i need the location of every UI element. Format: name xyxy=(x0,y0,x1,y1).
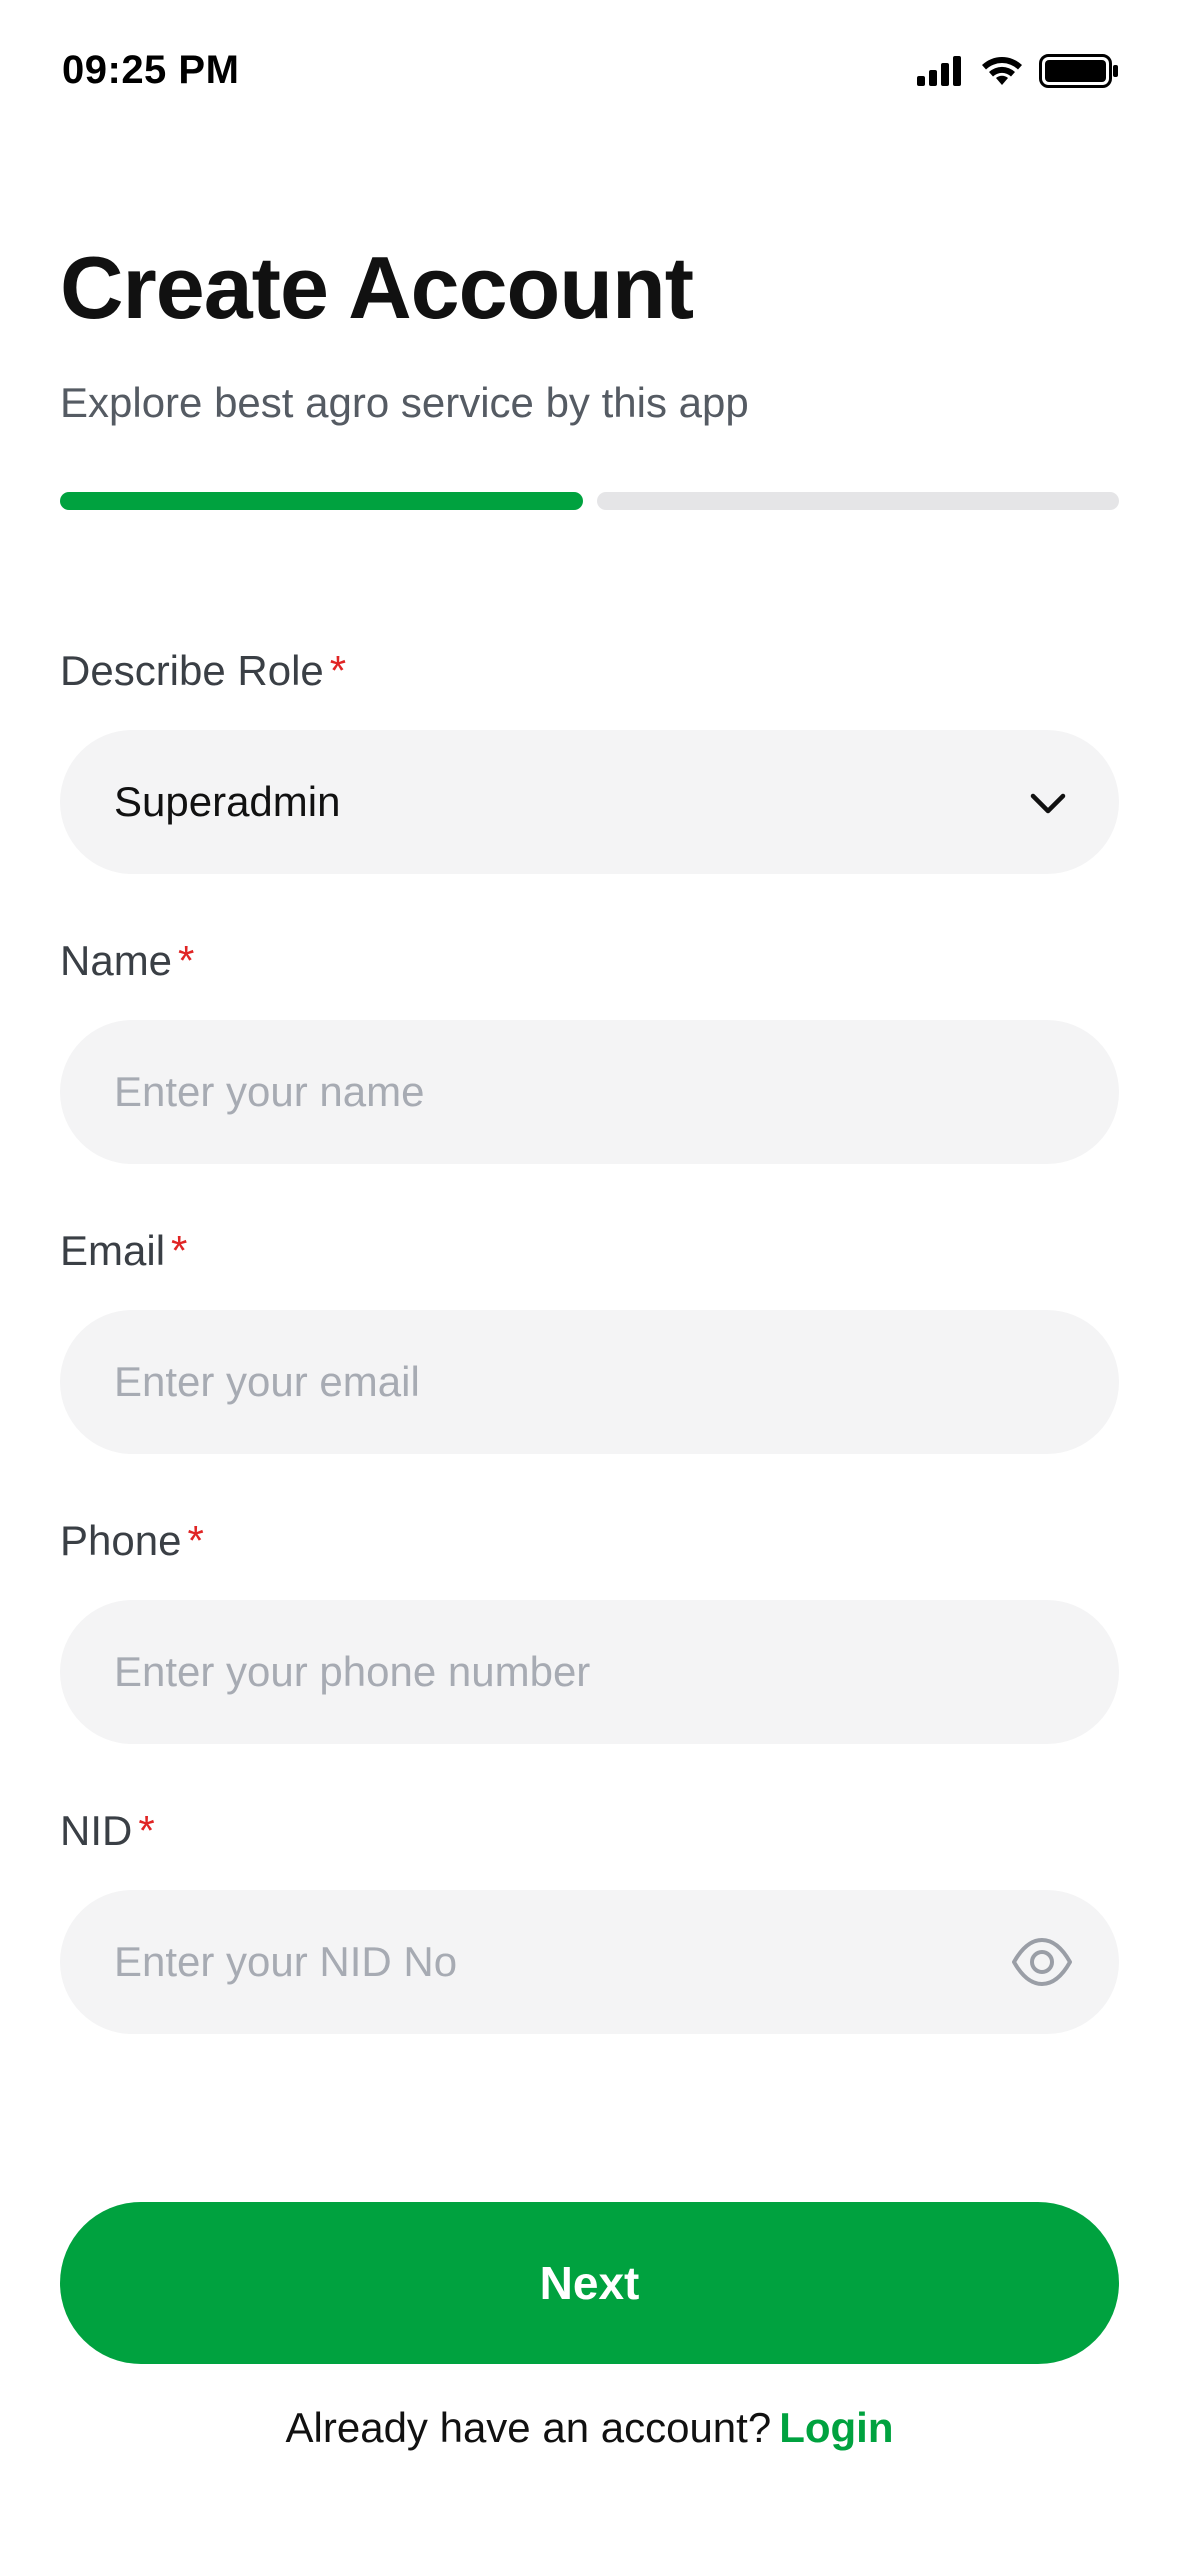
status-bar: 09:25 PM xyxy=(0,0,1179,150)
required-mark: * xyxy=(329,647,347,694)
email-input[interactable] xyxy=(114,1310,974,1454)
role-select[interactable]: Superadmin xyxy=(60,730,1119,874)
login-prompt-text: Already have an account? xyxy=(285,2404,772,2451)
name-label: Name * xyxy=(60,936,194,986)
phone-input[interactable] xyxy=(114,1600,974,1744)
required-mark: * xyxy=(187,1517,204,1564)
email-label: Email * xyxy=(60,1226,187,1276)
name-input[interactable] xyxy=(114,1020,974,1164)
page-subtitle: Explore best agro service by this app xyxy=(60,379,749,426)
progress-step-1 xyxy=(60,492,583,510)
wifi-icon xyxy=(982,57,1022,85)
status-time: 09:25 PM xyxy=(62,48,240,92)
required-mark: * xyxy=(171,1227,188,1274)
signal-icon xyxy=(917,56,961,86)
name-field-container xyxy=(60,1020,1119,1164)
eye-icon[interactable] xyxy=(1011,1934,1073,1990)
phone-label: Phone * xyxy=(60,1516,204,1566)
next-button[interactable]: Next xyxy=(60,2202,1119,2364)
chevron-down-icon xyxy=(1030,793,1066,814)
nid-field-container xyxy=(60,1890,1119,2034)
required-mark: * xyxy=(138,1807,155,1854)
name-label-text: Name xyxy=(60,937,173,984)
step-progress xyxy=(60,492,1119,510)
email-label-text: Email xyxy=(60,1227,166,1274)
status-icons xyxy=(917,54,1119,88)
progress-step-2 xyxy=(596,492,1119,510)
nid-input[interactable] xyxy=(114,1890,974,2034)
login-prompt: Already have an account? Login xyxy=(0,2404,1179,2452)
login-link[interactable]: Login xyxy=(779,2404,893,2451)
role-label: Describe Role * xyxy=(60,646,346,696)
page-title: Create Account xyxy=(60,238,694,337)
phone-label-text: Phone xyxy=(60,1517,182,1564)
phone-field-container xyxy=(60,1600,1119,1744)
nid-label-text: NID xyxy=(60,1807,133,1854)
email-field-container xyxy=(60,1310,1119,1454)
nid-label: NID * xyxy=(60,1806,155,1856)
role-label-text: Describe Role xyxy=(60,647,324,694)
battery-icon xyxy=(1039,54,1118,88)
role-select-value: Superadmin xyxy=(114,778,341,825)
required-mark: * xyxy=(178,937,195,984)
